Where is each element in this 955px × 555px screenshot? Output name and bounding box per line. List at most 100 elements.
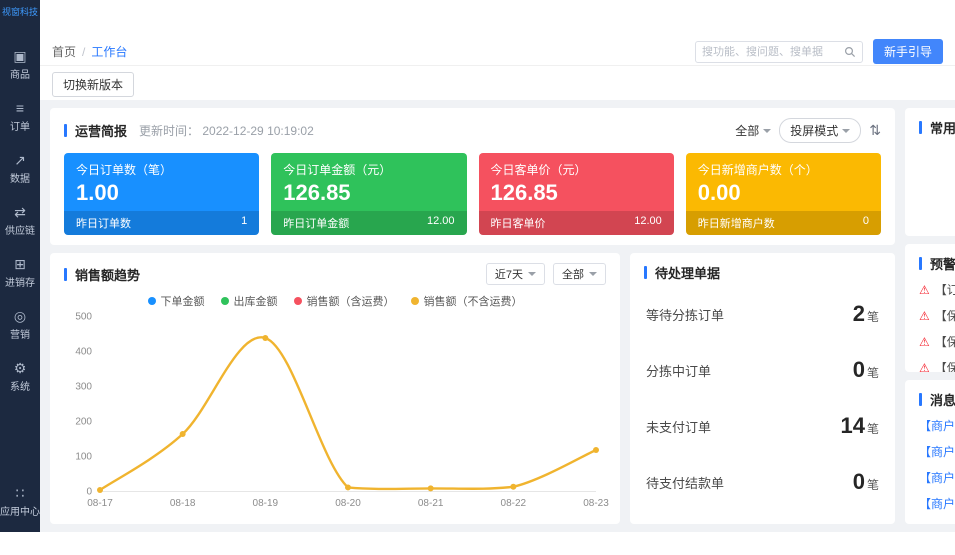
alert-item[interactable]: ⚠ 【保质期】 [919, 307, 955, 324]
stat-cards: 今日订单数（笔） 1.00 昨日订单数 1 今日订单金额（元） 126.85 [64, 153, 881, 235]
legend-item[interactable]: 出库金额 [221, 293, 278, 309]
notice-item[interactable]: 【商户注册】 [919, 469, 955, 486]
x-tick-label: 08-21 [418, 498, 444, 509]
subbar: 切换新版本 [40, 66, 955, 100]
pending-row-value: 14笔 [841, 413, 880, 439]
breadcrumb-home[interactable]: 首页 [52, 43, 76, 60]
pending-row-settlement[interactable]: 待支付结款单 0笔 [646, 469, 879, 495]
stat-card-order-amount-today: 今日订单金额（元） 126.85 昨日订单金额 12.00 [271, 153, 466, 235]
sales-trend-panel: 销售额趋势 近7天 全部 [50, 253, 620, 524]
sidebar-item-label: 营销 [10, 326, 30, 341]
alert-warning-icon: ⚠ [919, 283, 930, 297]
sidebar-item-marketing[interactable]: ◎ 营销 [0, 299, 40, 351]
data-point-marker [180, 431, 186, 437]
sidebar-item-data[interactable]: ↗ 数据 [0, 143, 40, 195]
alert-item[interactable]: ⚠ 【保质期】 [919, 359, 955, 372]
sidebar-item-orders[interactable]: ≡ 订单 [0, 91, 40, 143]
pending-row-waiting-sorting[interactable]: 等待分拣订单 2笔 [646, 301, 879, 327]
x-tick-label: 08-19 [253, 498, 279, 509]
page: 视窗科技 ▣ 商品 ≡ 订单 ↗ 数据 ⇄ 供应链 [0, 0, 955, 555]
sidebar-item-label: 进销存 [5, 274, 35, 289]
stat-card-footer: 昨日新增商户数 0 [686, 211, 881, 235]
screen-mode-button[interactable]: 投屏模式 [779, 118, 861, 143]
briefing-header: 运营简报 更新时间： 2022-12-29 10:19:02 全部 投屏模式 [64, 118, 881, 143]
legend-item[interactable]: 销售额（含运费） [294, 293, 395, 309]
chart-plot-area [100, 317, 596, 492]
legend-item[interactable]: 销售额（不含运费） [411, 293, 523, 309]
stat-card-footer-label: 昨日客单价 [491, 215, 546, 231]
search-input[interactable] [702, 46, 844, 58]
sidebar-item-label: 订单 [10, 118, 30, 133]
alert-item[interactable]: ⚠ 【保质期】 [919, 333, 955, 350]
app-center-icon: ∷ [16, 486, 25, 500]
sidebar-item-supply-chain[interactable]: ⇄ 供应链 [0, 195, 40, 247]
briefing-title: 运营简报 [75, 121, 127, 140]
sidebar-item-label: 系统 [10, 378, 30, 393]
pending-row-value: 2笔 [853, 301, 879, 327]
alert-item[interactable]: ⚠ 【订单】 [919, 281, 955, 298]
switch-version-button[interactable]: 切换新版本 [52, 72, 134, 97]
notice-item-label: 【商户注册】 [919, 469, 955, 486]
search-box [695, 41, 863, 63]
inventory-icon: ⊞ [14, 257, 26, 271]
breadcrumb-separator: / [82, 45, 85, 59]
date-range-label: 近7天 [495, 266, 523, 282]
pending-header: 待处理单据 [644, 263, 881, 282]
stat-card-footer: 昨日订单金额 12.00 [271, 211, 466, 235]
chart-legend: 下单金额出库金额 销售额（含运费） 销售额（不含运费） [64, 293, 606, 309]
legend-label: 销售额（含运费） [307, 293, 395, 309]
breadcrumb-current[interactable]: 工作台 [91, 43, 127, 60]
title-accent-bar [64, 268, 67, 281]
legend-label: 下单金额 [161, 293, 205, 309]
scope-select[interactable]: 全部 [553, 263, 606, 285]
sidebar-item-inventory[interactable]: ⊞ 进销存 [0, 247, 40, 299]
sidebar-item-label: 供应链 [5, 222, 35, 237]
legend-item[interactable]: 下单金额 [148, 293, 205, 309]
pending-row-sorting[interactable]: 分拣中订单 0笔 [646, 357, 879, 383]
notice-item[interactable]: 【商户注册】 [919, 495, 955, 512]
notices-title: 消息通知 [930, 390, 955, 409]
guide-button[interactable]: 新手引导 [873, 39, 943, 64]
date-range-select[interactable]: 近7天 [486, 263, 545, 285]
pending-row-unpaid[interactable]: 未支付订单 14笔 [646, 413, 879, 439]
chart-body: 0100200300400500 08-1708-1808-1908-2008-… [64, 313, 606, 514]
stat-card-title: 今日订单数（笔） [76, 161, 247, 178]
chevron-down-icon [528, 272, 536, 280]
screen-mode-label: 投屏模式 [790, 122, 838, 139]
x-tick-label: 08-23 [583, 498, 609, 509]
notice-item[interactable]: 【商户注册】 [919, 443, 955, 460]
notices-panel: 消息通知 【商户注册】 【商户注册】 【商户注册】 [905, 380, 955, 524]
briefing-scope-select[interactable]: 全部 [735, 122, 771, 139]
legend-dot [221, 297, 229, 305]
pending-panel: 待处理单据 等待分拣订单 2笔 分拣中订单 0笔 [630, 253, 895, 524]
topbar: 首页 / 工作台 新手引导 [40, 38, 955, 66]
alert-warning-icon: ⚠ [919, 361, 930, 373]
stat-card-value: 0.00 [698, 180, 869, 206]
data-point-marker [345, 484, 351, 490]
briefing-panel: 运营简报 更新时间： 2022-12-29 10:19:02 全部 投屏模式 [50, 108, 895, 245]
breadcrumb: 首页 / 工作台 [52, 43, 127, 60]
alert-warning-icon: ⚠ [919, 335, 930, 349]
topbar-right: 新手引导 [695, 39, 943, 64]
marketing-target-icon: ◎ [14, 309, 26, 323]
sidebar-item-app-center[interactable]: ∷ 应用中心 [0, 476, 40, 532]
chevron-down-icon [589, 272, 597, 280]
y-tick-label: 0 [86, 487, 92, 498]
pending-rows: 等待分拣订单 2笔 分拣中订单 0笔 未支付订单 14笔 [644, 282, 881, 514]
briefing-update-time: 更新时间： 2022-12-29 10:19:02 [139, 122, 314, 139]
stat-card-footer-label: 昨日订单金额 [283, 215, 349, 231]
y-tick-label: 500 [75, 312, 92, 323]
common-functions-panel: 常用功能 [905, 108, 955, 236]
notice-item[interactable]: 【商户注册】 [919, 417, 955, 434]
stat-card-footer-value: 12.00 [634, 215, 662, 231]
sidebar-item-products[interactable]: ▣ 商品 [0, 39, 40, 91]
stat-card-orders-today: 今日订单数（笔） 1.00 昨日订单数 1 [64, 153, 259, 235]
panel-settings-icon[interactable]: ⇅ [869, 122, 881, 139]
sidebar: 视窗科技 ▣ 商品 ≡ 订单 ↗ 数据 ⇄ 供应链 [0, 0, 40, 532]
stat-card-value: 126.85 [491, 180, 662, 206]
stat-card-footer-value: 0 [863, 215, 869, 231]
search-icon[interactable] [844, 46, 856, 58]
sidebar-item-system[interactable]: ⚙ 系统 [0, 351, 40, 403]
logo: 视窗科技 [0, 0, 40, 21]
data-point-marker [510, 484, 516, 490]
